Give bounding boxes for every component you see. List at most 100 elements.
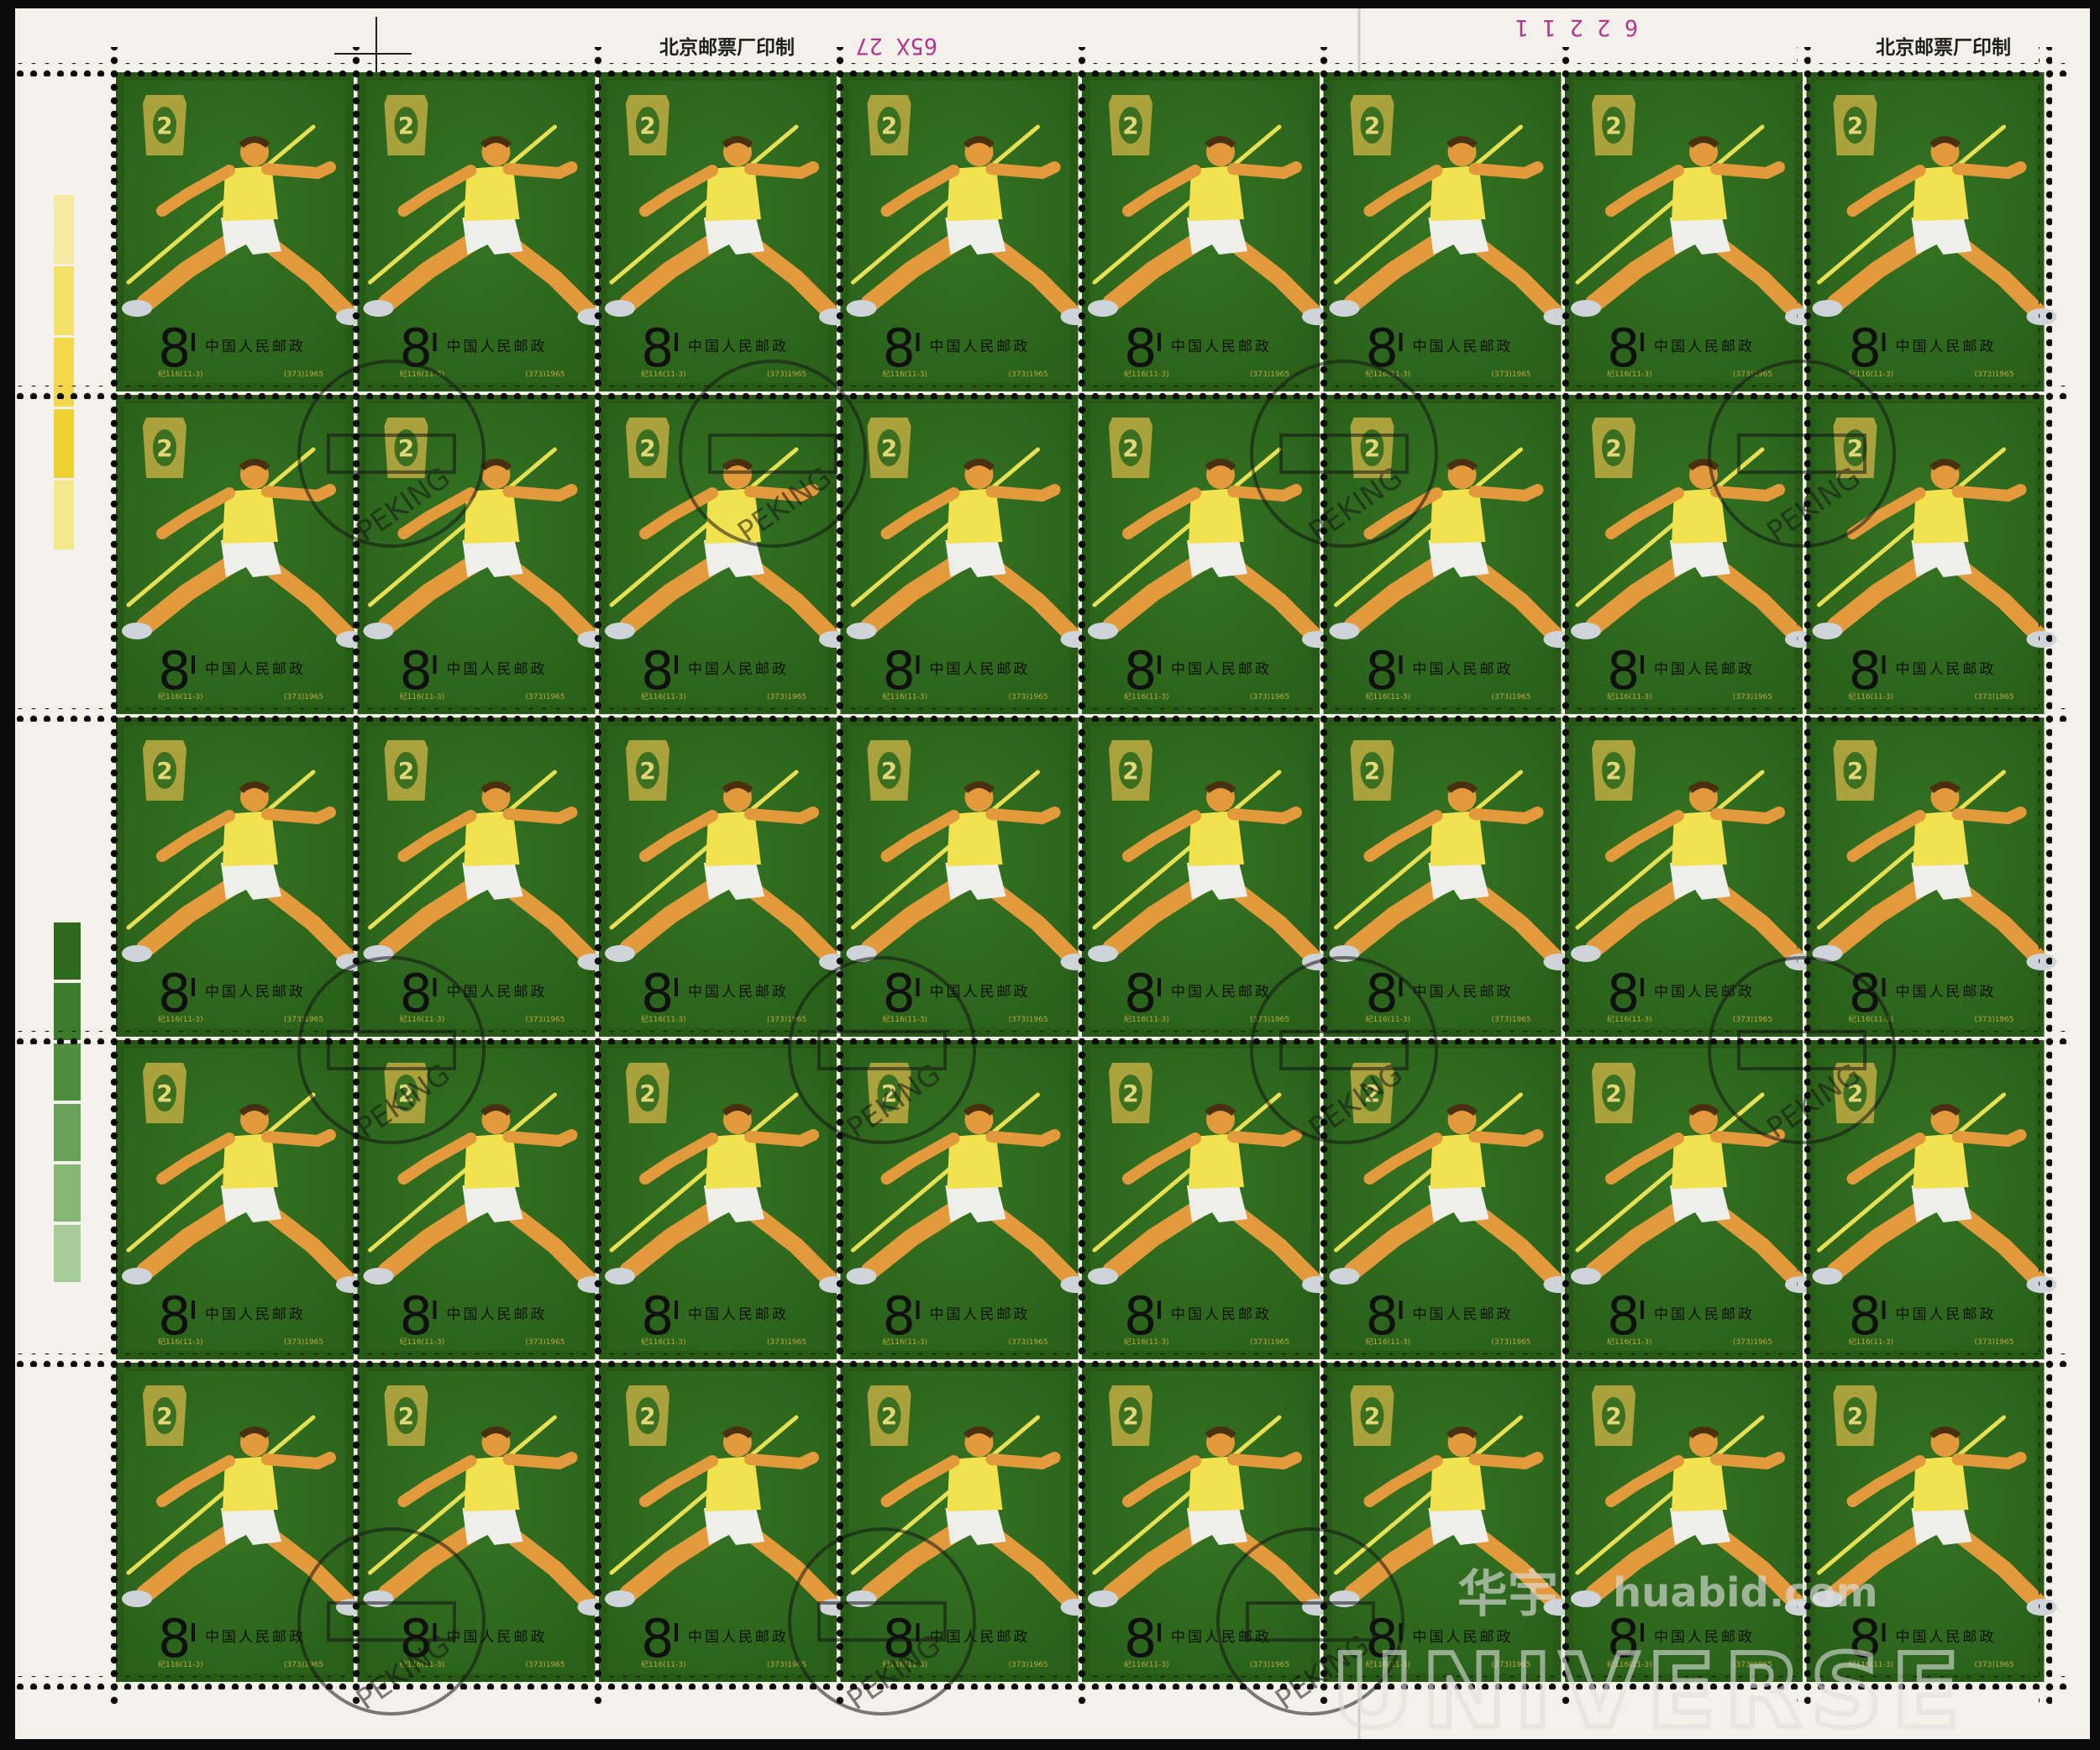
games-emblem <box>867 418 911 478</box>
games-emblem <box>1109 1385 1152 1446</box>
javelin-stamp: 8 中国人民邮政纪116(11-3) (373)1965 <box>358 72 608 392</box>
games-emblem <box>143 740 186 801</box>
value-unit-mark <box>192 655 195 674</box>
perforation-column <box>831 47 845 1704</box>
games-emblem <box>626 1063 669 1123</box>
stamp-catalog-year: (373)1965 <box>1250 370 1289 379</box>
stamp-country-name: 中国人民邮政 <box>688 984 789 1001</box>
javelin-stamp: 8 中国人民邮政纪116(11-3) (373)1965 <box>1324 717 1574 1037</box>
stamp-catalog-code: 纪116(11-3) <box>641 369 686 379</box>
stamp-catalog-year: (373)1965 <box>1733 1016 1772 1024</box>
value-unit-mark <box>916 655 920 674</box>
javelin-stamp: 8 中国人民邮政纪116(11-3) (373)1965 <box>1807 72 2057 392</box>
stamp-catalog-year: (373)1965 <box>1492 1016 1531 1024</box>
games-emblem <box>867 95 911 155</box>
games-emblem <box>867 1385 911 1446</box>
games-emblem <box>1592 1385 1635 1446</box>
javelin-stamp: 8 中国人民邮政纪116(11-3) (373)1965 <box>116 717 366 1037</box>
stamp-catalog-code: 纪116(11-3) <box>1124 1014 1169 1024</box>
javelin-stamp: 8 中国人民邮政纪116(11-3) (373)1965 <box>116 72 366 392</box>
green-register-bar <box>54 1043 81 1101</box>
stamp-country-name: 中国人民邮政 <box>205 661 306 678</box>
perforation-column <box>1314 47 1328 1704</box>
games-emblem <box>143 95 186 155</box>
stamp-country-name: 中国人民邮政 <box>205 1306 306 1323</box>
javelin-stamp: 8 中国人民邮政纪116(11-3) (373)1965 <box>1082 72 1332 392</box>
perforation-row <box>17 386 2069 399</box>
stamp-catalog-year: (373)1965 <box>526 1016 565 1024</box>
stamp-catalog-code: 纪116(11-3) <box>883 369 928 379</box>
value-unit-mark <box>916 333 920 351</box>
stamp-catalog-code: 纪116(11-3) <box>1607 1014 1652 1024</box>
value-unit-mark <box>1641 333 1644 351</box>
stamp-country-name: 中国人民邮政 <box>447 339 548 355</box>
games-emblem <box>1109 1063 1152 1123</box>
value-unit-mark <box>675 1301 678 1319</box>
stamp-country-name: 中国人民邮政 <box>1413 339 1514 355</box>
games-emblem <box>143 1385 186 1446</box>
stamp-country-name: 中国人民邮政 <box>1413 1306 1514 1323</box>
value-unit-mark <box>1158 333 1161 351</box>
javelin-stamp: 8 中国人民邮政纪116(11-3) (373)1965 <box>599 72 849 392</box>
games-emblem <box>1109 418 1152 478</box>
games-emblem <box>1350 95 1394 155</box>
javelin-stamp: 8 中国人民邮政纪116(11-3) (373)1965 <box>1565 72 1815 392</box>
stamp-catalog-year: (373)1965 <box>1250 1661 1289 1669</box>
javelin-stamp: 8 中国人民邮政纪116(11-3) (373)1965 <box>599 1040 849 1359</box>
stamp-country-name: 中国人民邮政 <box>1896 339 1997 355</box>
stamp-catalog-code: 纪116(11-3) <box>883 1337 928 1347</box>
stamp-catalog-year: (373)1965 <box>284 1661 323 1669</box>
javelin-stamp: 8 中国人民邮政纪116(11-3) (373)1965 <box>1082 1363 1332 1682</box>
value-unit-mark <box>1158 978 1161 996</box>
stamp-country-name: 中国人民邮政 <box>930 339 1031 355</box>
green-register-bar <box>54 1104 81 1161</box>
value-unit-mark <box>192 333 195 351</box>
top-imprint-right: 北京邮票厂印制 <box>1876 36 2011 59</box>
stamp-catalog-code: 纪116(11-3) <box>158 1659 203 1669</box>
javelin-stamp: 8 中国人民邮政纪116(11-3) (373)1965 <box>1565 717 1815 1037</box>
color-bar <box>54 409 74 478</box>
javelin-stamp: 8 中国人民邮政纪116(11-3) (373)1965 <box>1565 395 1815 714</box>
javelin-stamp: 8 中国人民邮政纪116(11-3) (373)1965 <box>1565 1040 1815 1359</box>
games-emblem <box>1833 95 1877 155</box>
perforation-column <box>348 47 362 1704</box>
stamp-catalog-code: 纪116(11-3) <box>1124 1337 1169 1347</box>
stamp-catalog-code: 纪116(11-3) <box>158 1337 203 1347</box>
value-unit-mark <box>1882 978 1886 996</box>
stamp-catalog-code: 纪116(11-3) <box>1124 1659 1169 1669</box>
stamp-country-name: 中国人民邮政 <box>1171 984 1272 1001</box>
stamp-catalog-code: 纪116(11-3) <box>1607 369 1652 379</box>
value-unit-mark <box>433 655 437 674</box>
javelin-stamp: 8 中国人民邮政纪116(11-3) (373)1965 <box>841 72 1091 392</box>
stamp-catalog-code: 纪116(11-3) <box>883 1014 928 1024</box>
games-emblem <box>384 95 428 155</box>
javelin-stamp: 8 中国人民邮政纪116(11-3) (373)1965 <box>1082 717 1332 1037</box>
stamp-catalog-year: (373)1965 <box>284 693 323 702</box>
stamp-catalog-year: (373)1965 <box>526 1338 565 1347</box>
top-imprint-left: 北京邮票厂印制 <box>659 36 795 59</box>
stamp-country-name: 中国人民邮政 <box>930 984 1031 1001</box>
games-emblem <box>143 418 186 478</box>
games-emblem <box>384 1385 428 1446</box>
stamp-catalog-code: 纪116(11-3) <box>400 691 445 702</box>
stamp-country-name: 中国人民邮政 <box>1654 339 1755 355</box>
stamp-country-name: 中国人民邮政 <box>1171 661 1272 678</box>
javelin-stamp: 8 中国人民邮政纪116(11-3) (373)1965 <box>1324 72 1574 392</box>
javelin-stamp: 8 中国人民邮政纪116(11-3) (373)1965 <box>1082 1040 1332 1359</box>
javelin-stamp: 8 中国人民邮政纪116(11-3) (373)1965 <box>599 1363 849 1682</box>
watermark-url: huabid.com <box>1613 1569 1878 1616</box>
stamp-catalog-code: 纪116(11-3) <box>641 1014 686 1024</box>
stamp-country-name: 中国人民邮政 <box>688 1306 789 1323</box>
games-emblem <box>1109 95 1152 155</box>
stamp-country-name: 中国人民邮政 <box>205 1629 306 1646</box>
stamp-country-name: 中国人民邮政 <box>1171 339 1272 355</box>
stamp-catalog-year: (373)1965 <box>1975 1016 2014 1024</box>
perforation-column <box>1797 47 1811 1704</box>
stamp-catalog-code: 纪116(11-3) <box>1366 1014 1411 1024</box>
stamp-catalog-year: (373)1965 <box>1250 1338 1289 1347</box>
games-emblem <box>1592 95 1635 155</box>
stamp-catalog-year: (373)1965 <box>1975 1338 2014 1347</box>
stamp-catalog-code: 纪116(11-3) <box>641 691 686 702</box>
stamp-catalog-year: (373)1965 <box>526 693 565 702</box>
color-bar <box>54 195 74 264</box>
